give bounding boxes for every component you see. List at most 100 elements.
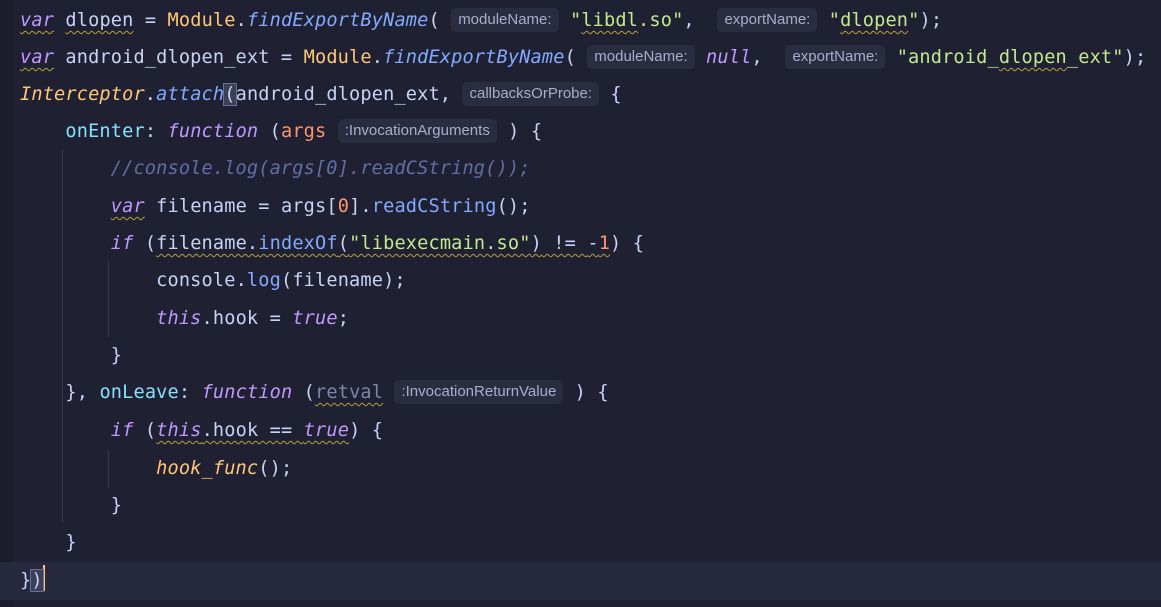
code-token: )	[30, 569, 44, 592]
code-token: log	[246, 270, 281, 291]
code-line[interactable]: this.hook = true;	[20, 300, 349, 338]
code-token: :	[144, 121, 168, 142]
code-token: var	[110, 196, 145, 217]
code-token: indexOf	[258, 233, 338, 254]
code-token: console	[156, 270, 236, 291]
code-token: }	[110, 495, 123, 516]
code-token: ) {	[610, 233, 645, 254]
code-line[interactable]: var filename = args[0].readCString();	[20, 188, 531, 226]
code-line[interactable]: var android_dlopen_ext = Module.findExpo…	[20, 39, 1146, 77]
code-line-current[interactable]: })	[0, 562, 1161, 600]
code-token: android_dlopen_ext =	[54, 47, 304, 68]
code-token: if	[110, 233, 134, 254]
code-token: .	[235, 10, 247, 31]
code-token: (filename);	[280, 270, 406, 291]
code-token: true	[303, 420, 350, 441]
code-token: args	[280, 196, 327, 217]
code-token: ) {	[563, 382, 609, 403]
code-token: dlopen	[65, 10, 134, 31]
code-token: (	[258, 121, 281, 142]
code-token: if	[110, 420, 134, 441]
code-line[interactable]: console.log(filename);	[20, 262, 406, 300]
code-token: .hook ==	[201, 420, 304, 441]
code-line[interactable]: }	[20, 524, 77, 562]
editor-gutter-edge	[0, 0, 13, 607]
code-token: .	[235, 270, 247, 291]
code-token: }	[110, 345, 123, 366]
code-token: attach	[156, 84, 225, 105]
code-token: 1	[598, 233, 611, 254]
code-token: {	[610, 84, 622, 105]
code-token: }	[65, 532, 77, 553]
code-token: ].	[349, 196, 372, 217]
code-token: (	[337, 233, 350, 254]
code-line[interactable]: //console.log(args[0].readCString());	[20, 150, 531, 188]
code-token: Interceptor	[20, 84, 145, 105]
code-token: Module	[303, 47, 372, 68]
code-token: hook_func	[156, 458, 259, 479]
code-token: true	[292, 308, 338, 329]
code-token: function	[167, 121, 259, 142]
code-line[interactable]: if (this.hook == true) {	[20, 412, 383, 450]
code-editor[interactable]: var dlopen = Module.findExportByName( mo…	[0, 0, 1161, 607]
code-token: this	[156, 420, 202, 441]
code-token: dlopen	[998, 47, 1067, 68]
code-line[interactable]: Interceptor.attach(android_dlopen_ext, c…	[20, 76, 622, 114]
inlay-hint: callbacksOrProbe:	[462, 82, 600, 106]
code-token: android_dlopen_ext,	[235, 84, 463, 105]
inlay-hint: exportName:	[785, 45, 886, 69]
code-token: ();	[496, 196, 531, 217]
code-token: (	[133, 233, 157, 254]
code-token: .	[371, 47, 384, 68]
code-line[interactable]: var dlopen = Module.findExportByName( mo…	[20, 2, 942, 40]
code-token: ,	[683, 10, 718, 31]
code-token: this	[156, 308, 202, 329]
code-token: //console.log(args[0].readCString());	[110, 158, 531, 179]
code-token: }	[20, 570, 32, 591]
code-line[interactable]: if (filename.indexOf("libexecmain.so") !…	[20, 225, 644, 263]
code-token: ;	[337, 308, 350, 329]
code-token: .so"	[638, 10, 684, 31]
code-token: ,	[751, 47, 786, 68]
code-token: args	[280, 121, 327, 142]
code-token: null	[706, 47, 752, 68]
code-token: "libexecmain.so"	[349, 233, 531, 254]
code-line[interactable]: hook_func();	[20, 450, 292, 488]
code-token: libdl	[581, 10, 639, 31]
code-token: (	[428, 10, 452, 31]
code-token: .	[144, 84, 157, 105]
code-token: onEnter	[65, 121, 145, 142]
code-token: 0	[337, 196, 350, 217]
code-token: :	[178, 382, 202, 403]
text-caret	[42, 565, 45, 591]
code-token: readCString	[371, 196, 497, 217]
code-line[interactable]: }	[20, 487, 122, 525]
code-token: "	[569, 10, 582, 31]
code-token: onLeave	[99, 382, 179, 403]
code-token: (	[564, 47, 588, 68]
code-line[interactable]: onEnter: function (args :InvocationArgum…	[20, 113, 542, 151]
code-token: -	[587, 233, 599, 254]
code-token: .hook =	[201, 308, 293, 329]
code-token: !=	[541, 233, 588, 254]
code-line[interactable]: }, onLeave: function (retval :Invocation…	[20, 374, 609, 412]
code-line[interactable]: }	[20, 337, 122, 375]
code-token: },	[65, 382, 100, 403]
code-token: (	[223, 83, 237, 106]
code-token: "	[908, 10, 920, 31]
code-token: ) {	[496, 121, 543, 142]
